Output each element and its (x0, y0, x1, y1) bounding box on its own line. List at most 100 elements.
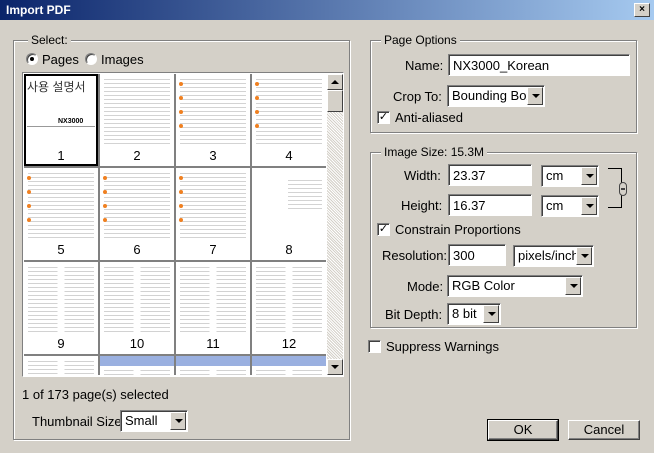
bullet-icon (103, 204, 107, 208)
thumbnail-grid: 사용 설명서 NX3000 1 2 3 4 5 6 7 8 9 10 11 12 (24, 74, 326, 375)
page-text-lines (104, 173, 170, 238)
constrain-label[interactable]: Constrain Proportions (395, 222, 521, 237)
bullet-icon (179, 124, 183, 128)
thumbnail-list[interactable]: 사용 설명서 NX3000 1 2 3 4 5 6 7 8 9 10 11 12 (22, 72, 344, 377)
chevron-down-icon[interactable] (576, 247, 592, 265)
chevron-down-icon[interactable] (527, 87, 543, 105)
page-options-legend: Page Options (381, 33, 460, 47)
page-text-lines (28, 173, 94, 238)
radio-dot (30, 57, 34, 61)
page-thumbnail[interactable]: 9 (24, 262, 98, 354)
page-number: 12 (281, 336, 297, 351)
page-thumbnail[interactable] (252, 356, 326, 375)
thumbnail-size-value: Small (125, 413, 158, 428)
page-number: 5 (57, 242, 65, 257)
bullet-icon (179, 176, 183, 180)
bullet-icon (255, 96, 259, 100)
width-input[interactable] (448, 164, 532, 186)
bullet-icon (27, 190, 31, 194)
page-text-lines (180, 370, 246, 375)
thumbnail-size-select[interactable]: Small (120, 410, 188, 432)
chevron-down-icon[interactable] (483, 305, 499, 323)
page-thumbnail[interactable]: 사용 설명서 NX3000 1 (24, 74, 98, 166)
anti-aliased-checkbox[interactable]: ✓ (377, 111, 390, 124)
chevron-down-icon[interactable] (170, 412, 186, 430)
page-number: 2 (133, 148, 141, 163)
page-thumbnail[interactable]: 2 (100, 74, 174, 166)
page-text-lines (256, 267, 322, 332)
bit-depth-value: 8 bit (452, 306, 477, 321)
page-number: 8 (285, 242, 293, 257)
page-thumbnail[interactable]: 5 (24, 168, 98, 260)
page-text-lines (180, 267, 246, 332)
name-label: Name: (405, 58, 444, 73)
height-unit-select[interactable]: cm (541, 195, 599, 217)
bullet-icon (179, 110, 183, 114)
images-radio-label[interactable]: Images (101, 52, 144, 67)
bullet-icon (27, 176, 31, 180)
page-text-lines (180, 79, 246, 144)
page-thumbnail[interactable] (100, 356, 174, 375)
suppress-warnings-checkbox[interactable] (368, 340, 381, 353)
page-text-lines (104, 267, 170, 332)
chevron-down-icon[interactable] (581, 197, 597, 215)
close-button[interactable]: × (634, 3, 650, 17)
scroll-down-icon[interactable] (327, 359, 343, 375)
height-input[interactable] (448, 194, 532, 216)
page-text-lines (256, 370, 322, 375)
cancel-button[interactable]: Cancel (568, 420, 640, 440)
page-thumbnail[interactable]: 8 (252, 168, 326, 260)
bit-depth-select[interactable]: 8 bit (447, 303, 501, 325)
suppress-warnings-label[interactable]: Suppress Warnings (386, 339, 499, 354)
page-number: 1 (57, 148, 65, 163)
title-bar[interactable]: Import PDF × (0, 0, 654, 21)
scroll-thumb[interactable] (327, 90, 343, 112)
chevron-down-icon[interactable] (581, 167, 597, 185)
resolution-label: Resolution: (382, 248, 448, 263)
check-icon: ✓ (378, 223, 389, 235)
crop-to-select[interactable]: Bounding Box (447, 85, 545, 107)
bullet-icon (255, 82, 259, 86)
scroll-up-icon[interactable] (327, 74, 343, 90)
page-text-lines (104, 370, 170, 375)
thumbnail-scrollbar[interactable] (327, 74, 343, 375)
bullet-icon (179, 82, 183, 86)
mode-select[interactable]: RGB Color (447, 275, 583, 297)
select-legend: Select: (28, 33, 71, 47)
ok-button[interactable]: OK (487, 419, 559, 441)
page-header-band (252, 356, 326, 366)
pages-radio[interactable] (26, 53, 38, 65)
page-header-band (100, 356, 174, 366)
chevron-down-icon[interactable] (565, 277, 581, 295)
bullet-icon (255, 124, 259, 128)
page-thumbnail[interactable]: 10 (100, 262, 174, 354)
page-text-lines (180, 173, 246, 238)
bullet-icon (103, 190, 107, 194)
resolution-unit-select[interactable]: pixels/inch (513, 245, 594, 267)
page-text-lines (28, 267, 94, 332)
page-number: 6 (133, 242, 141, 257)
images-radio[interactable] (85, 53, 97, 65)
width-unit-select[interactable]: cm (541, 165, 599, 187)
name-input[interactable] (448, 54, 630, 76)
page-thumbnail[interactable] (176, 356, 250, 375)
page-thumbnail[interactable]: 7 (176, 168, 250, 260)
crop-to-value: Bounding Box (452, 88, 533, 103)
page-thumbnail[interactable]: 3 (176, 74, 250, 166)
page-number: 10 (129, 336, 145, 351)
anti-aliased-label[interactable]: Anti-aliased (395, 110, 463, 125)
page-text-lines (104, 79, 170, 144)
page-thumbnail[interactable]: 12 (252, 262, 326, 354)
width-unit-value: cm (546, 168, 564, 183)
page-thumbnail[interactable]: 11 (176, 262, 250, 354)
page-thumbnail[interactable]: 4 (252, 74, 326, 166)
page-thumbnail[interactable] (24, 356, 98, 375)
page-text-lines (256, 79, 322, 144)
page-thumbnail[interactable]: 6 (100, 168, 174, 260)
bullet-icon (103, 176, 107, 180)
pages-radio-label[interactable]: Pages (42, 52, 79, 67)
bullet-icon (179, 190, 183, 194)
resolution-input[interactable] (448, 244, 506, 266)
page-text-lines (288, 180, 322, 210)
constrain-checkbox[interactable]: ✓ (377, 223, 390, 236)
